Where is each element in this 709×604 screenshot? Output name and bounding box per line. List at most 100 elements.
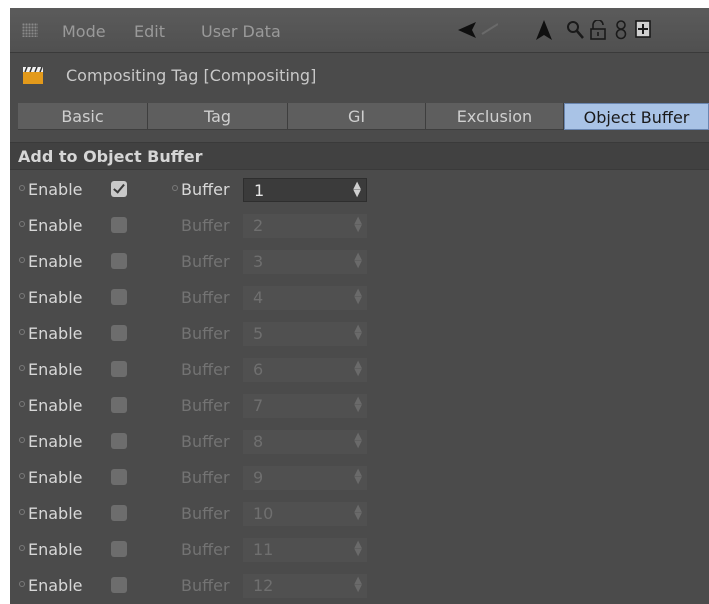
buffer-number-field[interactable]: 6 ▲ ▼: [243, 358, 367, 382]
enable-label: Enable: [28, 288, 83, 307]
tab-exclusion[interactable]: Exclusion: [426, 103, 564, 130]
link-icon[interactable]: [614, 20, 628, 40]
buffer-row: Enable Buffer 6 ▲ ▼: [10, 352, 709, 387]
buffer-number-field[interactable]: 10 ▲ ▼: [243, 502, 367, 526]
stepper-arrows-icon[interactable]: ▲ ▼: [354, 288, 362, 306]
enable-checkbox[interactable]: [111, 361, 127, 377]
enable-keyframe-dot-icon[interactable]: [19, 581, 25, 587]
buffer-value: 7: [253, 396, 264, 415]
compositing-tag-icon: [23, 66, 43, 84]
tab-basic[interactable]: Basic: [18, 103, 148, 130]
stepper-arrows-icon[interactable]: ▲ ▼: [354, 468, 362, 486]
buffer-value: 11: [253, 540, 274, 559]
enable-checkbox[interactable]: [111, 325, 127, 341]
enable-label: Enable: [28, 216, 83, 235]
object-title: Compositing Tag [Compositing]: [66, 66, 317, 85]
menu-user-data[interactable]: User Data: [201, 22, 281, 41]
buffer-number-field[interactable]: 4 ▲ ▼: [243, 286, 367, 310]
stepper-arrows-icon[interactable]: ▲ ▼: [354, 432, 362, 450]
enable-label: Enable: [28, 432, 83, 451]
buffer-number-field[interactable]: 3 ▲ ▼: [243, 250, 367, 274]
search-icon[interactable]: [566, 20, 584, 40]
buffer-label: Buffer: [181, 396, 230, 415]
enable-keyframe-dot-icon[interactable]: [19, 185, 25, 191]
enable-label: Enable: [28, 252, 83, 271]
cursor-arrow-icon[interactable]: [536, 20, 552, 40]
buffer-number-field[interactable]: 8 ▲ ▼: [243, 430, 367, 454]
buffer-row: Enable Buffer 1 ▲ ▼: [10, 172, 709, 207]
stepper-arrows-icon[interactable]: ▲ ▼: [353, 181, 361, 199]
stepper-arrows-icon[interactable]: ▲ ▼: [354, 396, 362, 414]
buffer-row: Enable Buffer 10 ▲ ▼: [10, 496, 709, 531]
menu-bar: Mode Edit User Data: [10, 8, 709, 53]
menu-edit[interactable]: Edit: [134, 22, 165, 41]
buffer-number-field[interactable]: 1 ▲ ▼: [243, 178, 367, 202]
buffer-number-field[interactable]: 7 ▲ ▼: [243, 394, 367, 418]
enable-checkbox[interactable]: [111, 469, 127, 485]
enable-keyframe-dot-icon[interactable]: [19, 545, 25, 551]
enable-checkbox[interactable]: [111, 253, 127, 269]
section-title: Add to Object Buffer: [18, 147, 203, 166]
buffer-label: Buffer: [181, 432, 230, 451]
buffer-row: Enable Buffer 7 ▲ ▼: [10, 388, 709, 423]
stepper-arrows-icon[interactable]: ▲ ▼: [354, 504, 362, 522]
buffer-label: Buffer: [181, 576, 230, 595]
tab-gi[interactable]: GI: [288, 103, 426, 130]
buffer-label: Buffer: [181, 324, 230, 343]
new-panel-icon[interactable]: [635, 20, 651, 38]
buffer-row: Enable Buffer 8 ▲ ▼: [10, 424, 709, 459]
buffer-number-field[interactable]: 11 ▲ ▼: [243, 538, 367, 562]
buffer-number-field[interactable]: 9 ▲ ▼: [243, 466, 367, 490]
enable-keyframe-dot-icon[interactable]: [19, 509, 25, 515]
attribute-manager-panel: Mode Edit User Data Compositing Tag [Com…: [10, 8, 709, 604]
stepper-arrows-icon[interactable]: ▲ ▼: [354, 216, 362, 234]
stepper-arrows-icon[interactable]: ▲ ▼: [354, 576, 362, 594]
enable-label: Enable: [28, 540, 83, 559]
buffer-number-field[interactable]: 5 ▲ ▼: [243, 322, 367, 346]
enable-keyframe-dot-icon[interactable]: [19, 473, 25, 479]
buffer-value: 4: [253, 288, 264, 307]
buffer-row: Enable Buffer 12 ▲ ▼: [10, 568, 709, 603]
enable-label: Enable: [28, 468, 83, 487]
stepper-arrows-icon[interactable]: ▲ ▼: [354, 360, 362, 378]
enable-keyframe-dot-icon[interactable]: [19, 221, 25, 227]
enable-keyframe-dot-icon[interactable]: [19, 437, 25, 443]
stepper-arrows-icon[interactable]: ▲ ▼: [354, 324, 362, 342]
buffer-label: Buffer: [181, 540, 230, 559]
back-arrow-icon[interactable]: [458, 20, 498, 40]
enable-keyframe-dot-icon[interactable]: [19, 401, 25, 407]
enable-checkbox[interactable]: [111, 505, 127, 521]
tab-tag[interactable]: Tag: [148, 103, 288, 130]
stepper-arrows-icon[interactable]: ▲ ▼: [354, 540, 362, 558]
enable-checkbox[interactable]: [111, 541, 127, 557]
section-header[interactable]: Add to Object Buffer: [10, 142, 709, 170]
enable-label: Enable: [28, 180, 83, 199]
enable-checkbox[interactable]: [111, 433, 127, 449]
buffer-value: 10: [253, 504, 274, 523]
buffer-number-field[interactable]: 12 ▲ ▼: [243, 574, 367, 598]
buffer-value: 9: [253, 468, 264, 487]
enable-keyframe-dot-icon[interactable]: [19, 257, 25, 263]
enable-label: Enable: [28, 360, 83, 379]
buffer-value: 6: [253, 360, 264, 379]
menu-mode[interactable]: Mode: [62, 22, 106, 41]
enable-checkbox[interactable]: [111, 397, 127, 413]
stepper-arrows-icon[interactable]: ▲ ▼: [354, 252, 362, 270]
lock-icon[interactable]: [590, 20, 606, 40]
buffer-label: Buffer: [181, 288, 230, 307]
enable-keyframe-dot-icon[interactable]: [19, 329, 25, 335]
buffer-value: 3: [253, 252, 264, 271]
grip-handle-icon[interactable]: [22, 23, 38, 37]
buffer-value: 12: [253, 576, 274, 595]
buffer-value: 2: [253, 216, 264, 235]
enable-checkbox[interactable]: [111, 289, 127, 305]
buffer-keyframe-dot-icon[interactable]: [172, 185, 178, 191]
enable-label: Enable: [28, 504, 83, 523]
enable-keyframe-dot-icon[interactable]: [19, 293, 25, 299]
tab-object-buffer[interactable]: Object Buffer: [564, 103, 709, 130]
enable-checkbox[interactable]: [111, 181, 127, 197]
enable-checkbox[interactable]: [111, 577, 127, 593]
buffer-number-field[interactable]: 2 ▲ ▼: [243, 214, 367, 238]
enable-checkbox[interactable]: [111, 217, 127, 233]
enable-keyframe-dot-icon[interactable]: [19, 365, 25, 371]
